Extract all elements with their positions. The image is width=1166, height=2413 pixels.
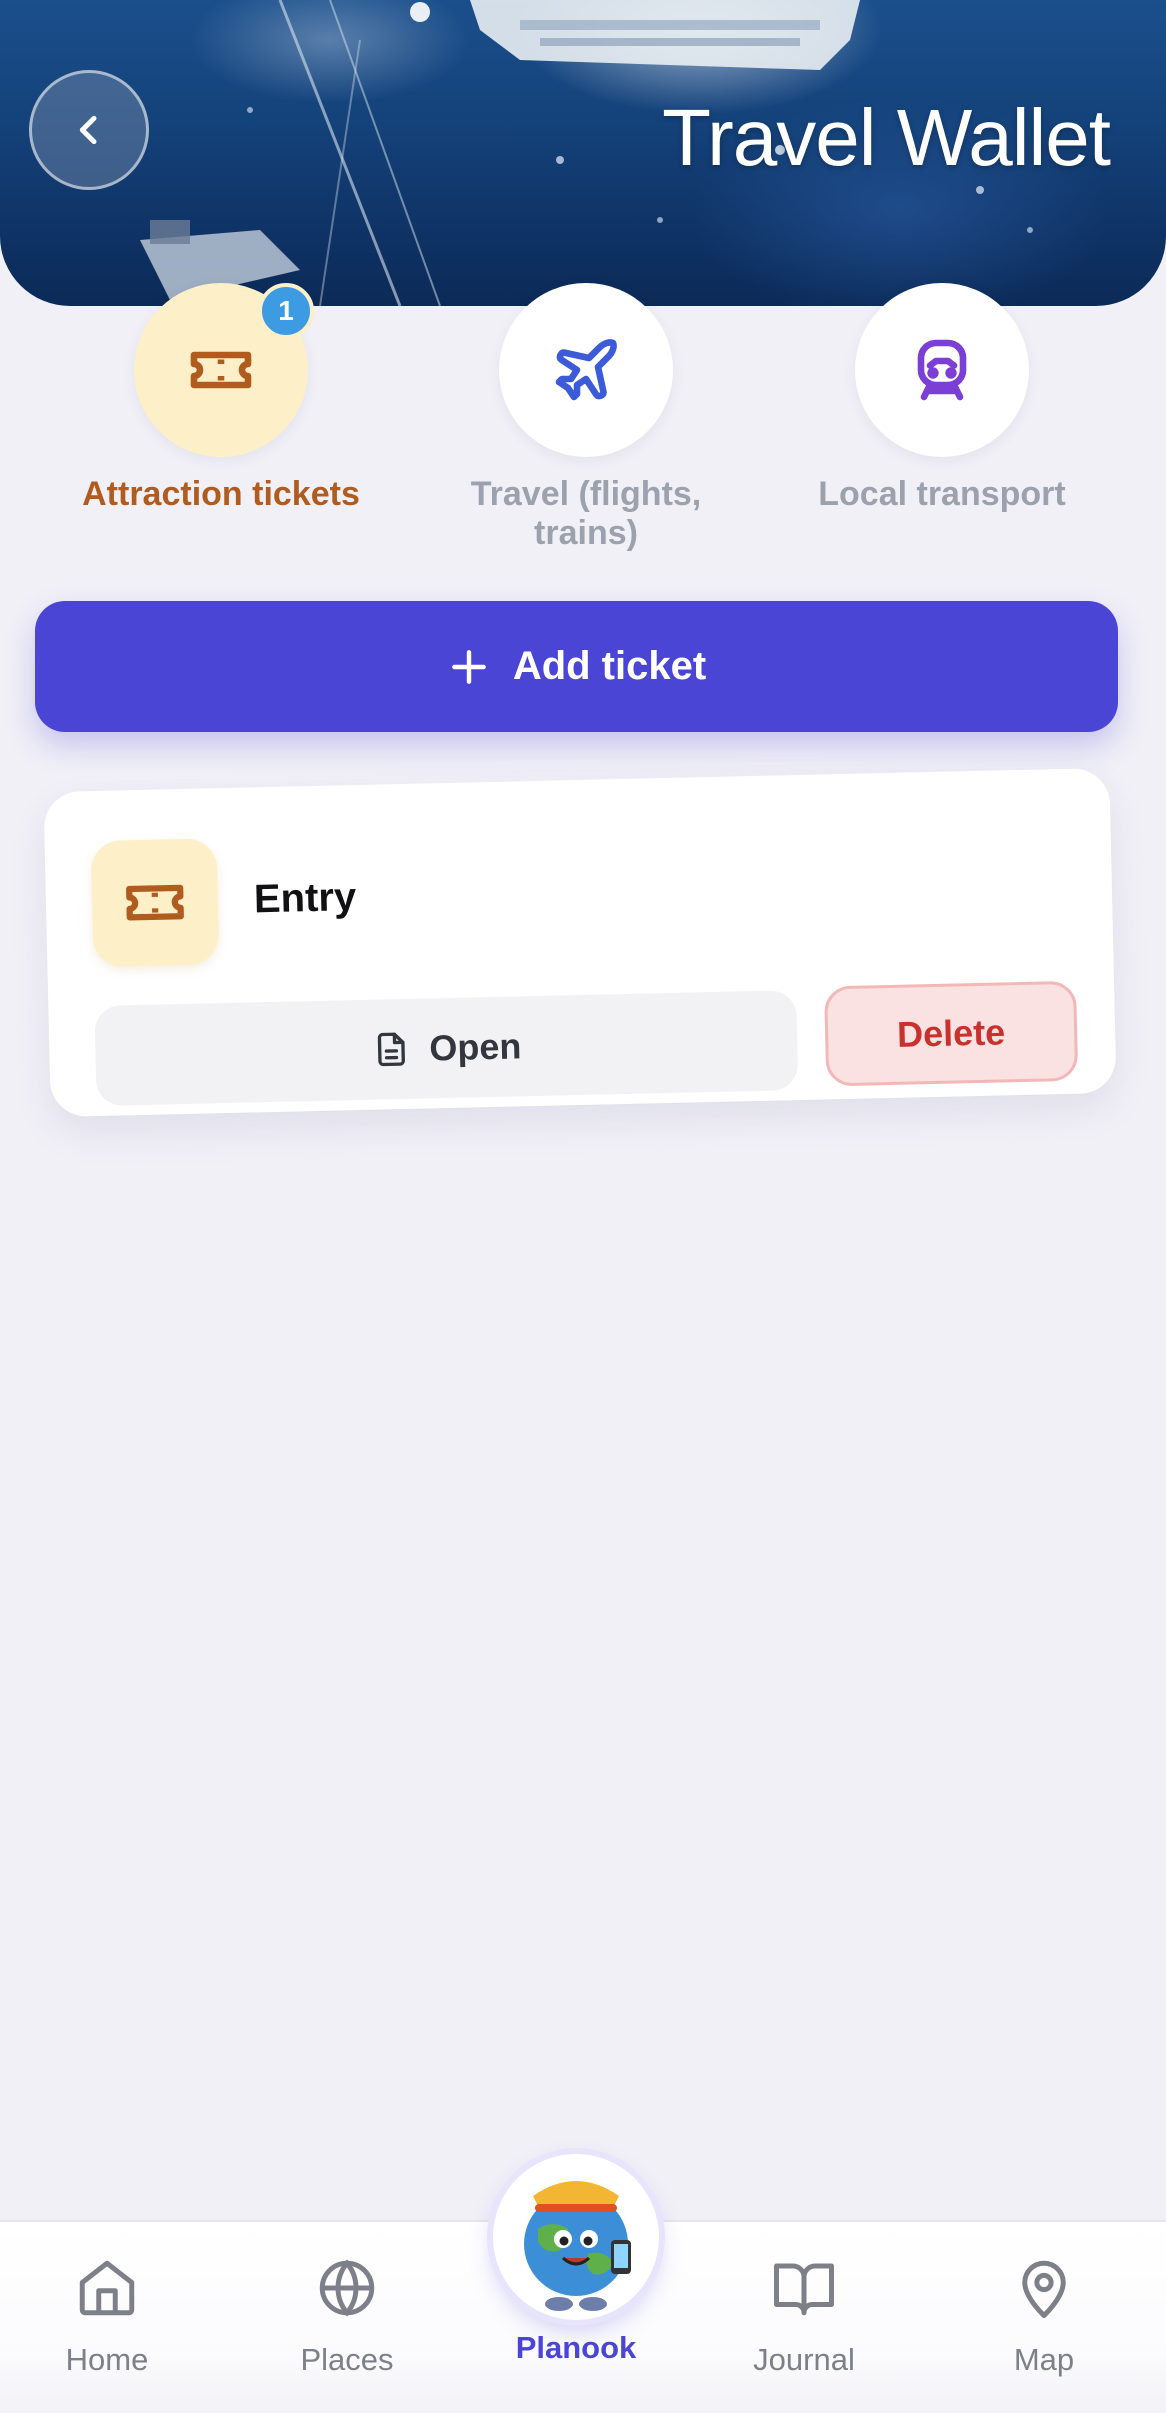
ticket-card[interactable]: Entry Open Delete	[43, 767, 1117, 1118]
tab-label: Travel (flights, trains)	[470, 475, 702, 552]
nav-home[interactable]: Home	[7, 2248, 207, 2378]
tab-local-transport[interactable]: Local transport	[792, 283, 1092, 514]
nav-planook-avatar[interactable]	[493, 2154, 659, 2320]
nav-planook-label[interactable]: Planook	[476, 2330, 676, 2366]
open-ticket-button[interactable]: Open	[94, 990, 799, 1107]
tab-icon-circle	[855, 283, 1029, 457]
mascot-avatar	[524, 2181, 631, 2311]
airplane-icon	[555, 339, 617, 401]
page-title: Travel Wallet	[662, 93, 1111, 182]
add-ticket-label: Add ticket	[512, 644, 707, 688]
nav-places[interactable]: Places	[247, 2248, 447, 2378]
header-hero: Travel Wallet	[0, 0, 1166, 306]
ticket-icon	[126, 884, 184, 921]
tab-label: Attraction tickets	[82, 475, 360, 513]
map-pin-icon	[1022, 2260, 1066, 2318]
ticket-icon	[190, 351, 252, 389]
globe-icon	[319, 2259, 375, 2317]
count-badge: 1	[258, 283, 314, 339]
ticket-thumb	[90, 838, 220, 968]
back-button[interactable]	[29, 70, 149, 190]
chevron-left-icon	[79, 115, 97, 145]
book-icon	[774, 2263, 834, 2316]
add-ticket-button[interactable]: Add ticket	[35, 601, 1118, 732]
ticket-name: Entry	[253, 875, 357, 922]
nav-journal[interactable]: Journal	[704, 2248, 904, 2378]
tab-travel[interactable]: Travel (flights, trains)	[436, 283, 736, 553]
tab-attraction-tickets[interactable]: 1 Attraction tickets	[71, 283, 371, 514]
train-icon	[917, 339, 967, 401]
nav-label: Places	[300, 2342, 394, 2377]
document-icon	[377, 1032, 405, 1067]
tab-icon-circle: 1	[134, 283, 314, 457]
nav-label: Journal	[753, 2342, 855, 2377]
delete-label: Delete	[896, 1011, 1006, 1055]
tab-icon-circle	[499, 283, 673, 457]
nav-label: Home	[65, 2342, 149, 2377]
delete-ticket-button[interactable]: Delete	[824, 980, 1079, 1087]
plus-icon	[451, 649, 486, 684]
tab-label: Local transport	[818, 475, 1066, 513]
home-icon	[79, 2260, 135, 2316]
open-label: Open	[428, 1025, 522, 1069]
nav-map[interactable]: Map	[944, 2248, 1144, 2378]
nav-label: Map	[1013, 2342, 1075, 2377]
